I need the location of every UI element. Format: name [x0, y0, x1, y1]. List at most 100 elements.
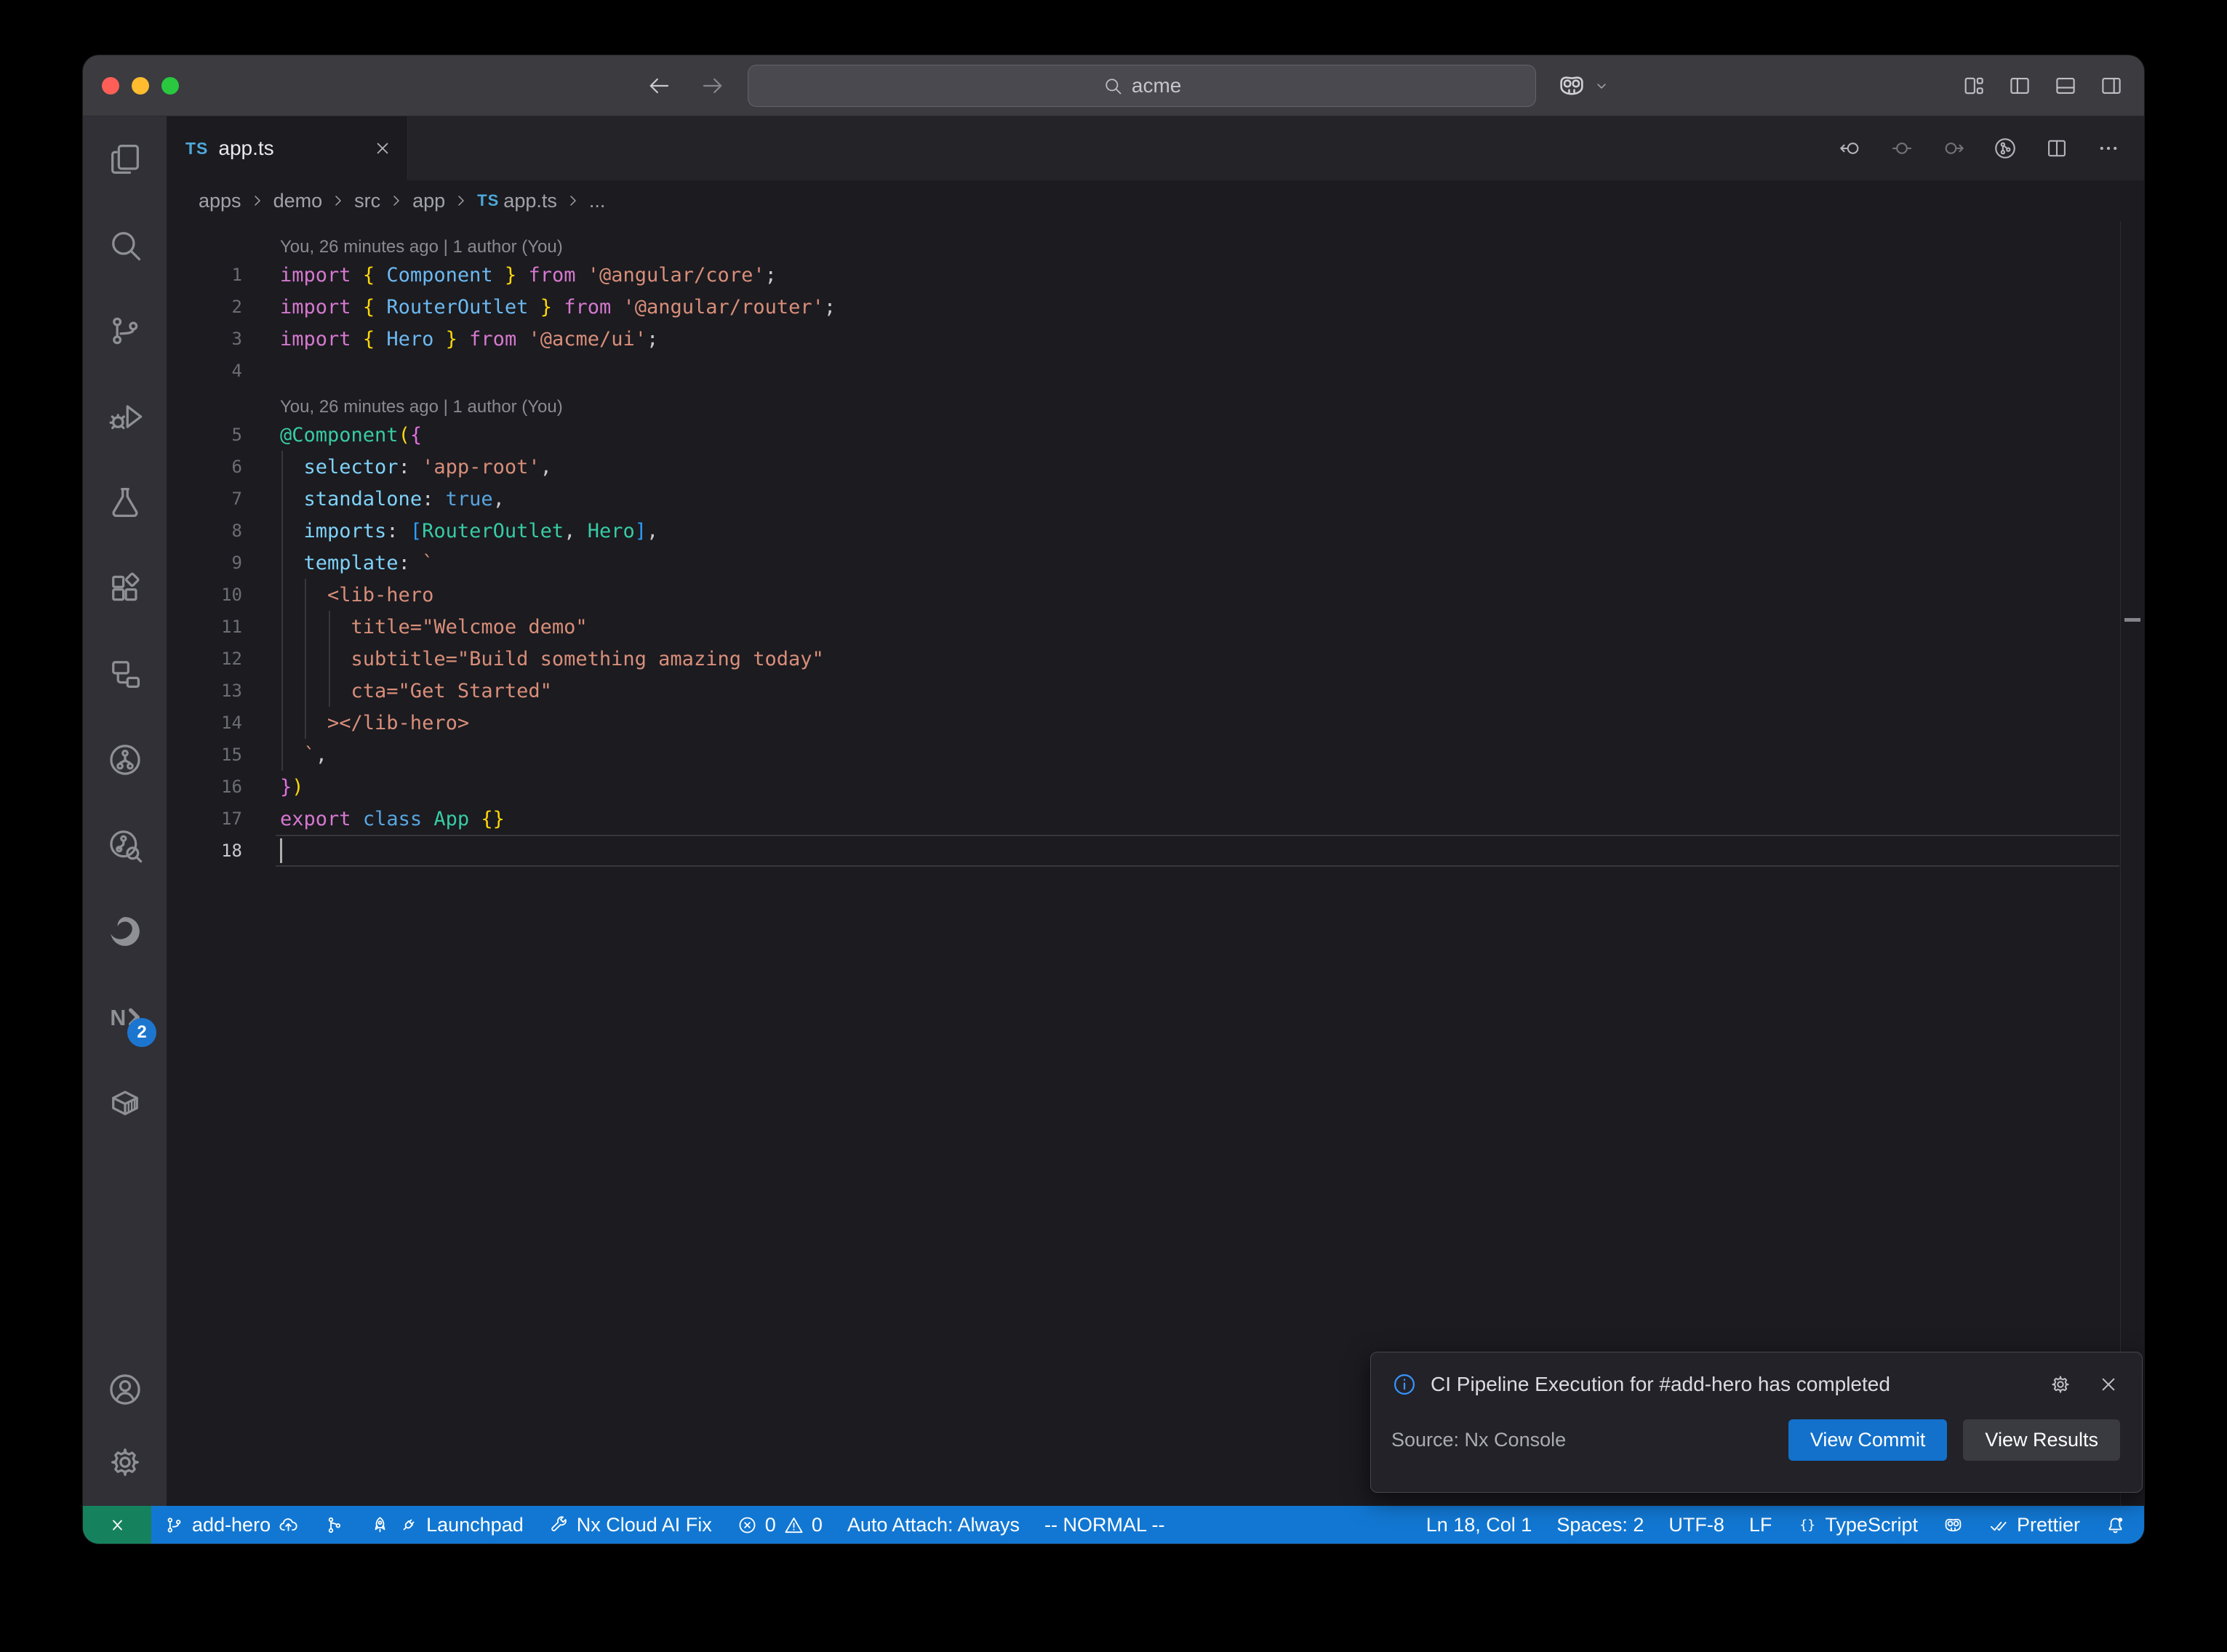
- activity-bar-item-edge-browser-icon[interactable]: [83, 889, 167, 974]
- breadcrumb-item[interactable]: TSapp.ts: [477, 190, 557, 212]
- code-text: imports: [RouterOutlet, Hero],: [280, 520, 658, 542]
- code-line-15[interactable]: 15 `,: [167, 739, 2144, 771]
- vscode-window: acme N2 TS app.ts apps demo src app TSapp.ts…: [83, 55, 2144, 1544]
- activity-bar-item-run-debug-icon[interactable]: [83, 374, 167, 460]
- activity-bar-item-nx-console-icon[interactable]: N2: [83, 974, 167, 1060]
- minimize-window-button[interactable]: [132, 77, 149, 95]
- indentation-status[interactable]: Spaces: 2: [1544, 1506, 1656, 1544]
- codelens-row[interactable]: You, 26 minutes ago | 1 author (You): [167, 387, 2144, 419]
- view-commit-button[interactable]: View Commit: [1788, 1419, 1948, 1461]
- customize-layout-icon[interactable]: [1962, 73, 1986, 98]
- activity-bar-item-settings-gear-icon[interactable]: [83, 1426, 167, 1499]
- code-editor[interactable]: You, 26 minutes ago | 1 author (You)1imp…: [167, 221, 2144, 1506]
- line-number: 10: [167, 585, 242, 605]
- notifications-bell[interactable]: [2092, 1506, 2138, 1544]
- activity-bar-item-containers-icon[interactable]: [83, 1060, 167, 1146]
- close-window-button[interactable]: [102, 77, 119, 95]
- status-label: Spaces: 2: [1556, 1514, 1644, 1536]
- breadcrumb-item[interactable]: apps: [199, 190, 241, 212]
- commit-graph-circle-icon[interactable]: [1993, 136, 2018, 161]
- code-line-13[interactable]: 13 cta="Get Started": [167, 675, 2144, 707]
- codelens-blame-link[interactable]: You, 26 minutes ago | 1 author (You): [280, 237, 563, 257]
- activity-bar-item-extensions-icon[interactable]: [83, 545, 167, 631]
- code-line-9[interactable]: 9 template: `: [167, 547, 2144, 579]
- toggle-secondary-sidebar-icon[interactable]: [2099, 73, 2124, 98]
- code-line-17[interactable]: 17export class App {}: [167, 803, 2144, 835]
- activity-badge: 2: [127, 1018, 156, 1047]
- copilot-menu[interactable]: [1556, 71, 1610, 101]
- status-label: -- NORMAL --: [1044, 1514, 1164, 1536]
- activity-bar-item-gitlens-search-icon[interactable]: [83, 803, 167, 889]
- remote-indicator[interactable]: [83, 1506, 151, 1544]
- activity-bar-item-source-control-icon[interactable]: [83, 288, 167, 374]
- breadcrumb-separator-icon: [564, 192, 582, 209]
- code-line-8[interactable]: 8 imports: [RouterOutlet, Hero],: [167, 515, 2144, 547]
- split-editor-icon[interactable]: [2044, 136, 2069, 161]
- nav-back-circle-icon[interactable]: [1838, 136, 1863, 161]
- codelens-blame-link[interactable]: You, 26 minutes ago | 1 author (You): [280, 397, 563, 417]
- activity-bar-item-hierarchy-view-icon[interactable]: [83, 631, 167, 717]
- language-mode-status[interactable]: {}TypeScript: [1784, 1506, 1930, 1544]
- prettier-status[interactable]: Prettier: [1976, 1506, 2092, 1544]
- vim-mode-status[interactable]: -- NORMAL --: [1032, 1506, 1177, 1544]
- close-tab-icon[interactable]: [372, 138, 393, 159]
- activity-bar-item-explorer-icon[interactable]: [83, 116, 167, 202]
- code-line-11[interactable]: 11 title="Welcmoe demo": [167, 611, 2144, 643]
- copilot-icon: [1556, 71, 1587, 101]
- code-line-12[interactable]: 12 subtitle="Build something amazing tod…: [167, 643, 2144, 675]
- code-line-3[interactable]: 3import { Hero } from '@acme/ui';: [167, 323, 2144, 355]
- breadcrumb-item[interactable]: app: [412, 190, 445, 212]
- encoding-status[interactable]: UTF-8: [1656, 1506, 1737, 1544]
- warning-icon: [783, 1515, 804, 1536]
- breadcrumb-item[interactable]: src: [354, 190, 380, 212]
- code-line-5[interactable]: 5@Component({: [167, 419, 2144, 451]
- launchpad-status[interactable]: Launchpad: [357, 1506, 536, 1544]
- activity-bar-item-testing-icon[interactable]: [83, 460, 167, 545]
- gitlens-icon: [106, 741, 144, 779]
- activity-bar-item-gitlens-icon[interactable]: [83, 717, 167, 803]
- status-label: TypeScript: [1825, 1514, 1918, 1536]
- code-line-7[interactable]: 7 standalone: true,: [167, 483, 2144, 515]
- eol-status[interactable]: LF: [1737, 1506, 1785, 1544]
- activity-bar-item-search-view-icon[interactable]: [83, 202, 167, 288]
- notification-settings-icon[interactable]: [2049, 1373, 2072, 1396]
- double-check-icon: [1988, 1515, 2010, 1536]
- activity-bar-item-accounts-icon[interactable]: [83, 1353, 167, 1426]
- editor-scrollbar[interactable]: [2120, 221, 2144, 1506]
- nav-circle-icon[interactable]: [1890, 136, 1914, 161]
- history-back-icon[interactable]: [646, 73, 672, 99]
- copilot-status[interactable]: [1930, 1506, 1976, 1544]
- explorer-icon: [106, 140, 144, 178]
- more-actions-icon[interactable]: [2096, 136, 2121, 161]
- code-line-4[interactable]: 4: [167, 355, 2144, 387]
- code-line-6[interactable]: 6 selector: 'app-root',: [167, 451, 2144, 483]
- breadcrumb-item[interactable]: ...: [589, 190, 606, 212]
- code-line-14[interactable]: 14 ></lib-hero>: [167, 707, 2144, 739]
- zoom-window-button[interactable]: [161, 77, 179, 95]
- code-line-1[interactable]: 1import { Component } from '@angular/cor…: [167, 259, 2144, 291]
- tab-app-ts[interactable]: TS app.ts: [167, 116, 408, 180]
- auto-attach-status[interactable]: Auto Attach: Always: [835, 1506, 1032, 1544]
- commit-graph-status[interactable]: [311, 1506, 357, 1544]
- code-line-10[interactable]: 10 <lib-hero: [167, 579, 2144, 611]
- toggle-panel-icon[interactable]: [2053, 73, 2078, 98]
- breadcrumb-item[interactable]: demo: [273, 190, 323, 212]
- command-center-search[interactable]: acme: [748, 65, 1536, 107]
- code-line-2[interactable]: 2import { RouterOutlet } from '@angular/…: [167, 291, 2144, 323]
- nav-forward-circle-icon[interactable]: [1941, 136, 1966, 161]
- nx-cloud-ai-fix-status[interactable]: Nx Cloud AI Fix: [536, 1506, 724, 1544]
- rocket-icon: [369, 1515, 391, 1536]
- code-line-16[interactable]: 16}): [167, 771, 2144, 803]
- toggle-primary-sidebar-icon[interactable]: [2007, 73, 2032, 98]
- cursor-position-status[interactable]: Ln 18, Col 1: [1414, 1506, 1545, 1544]
- containers-icon: [106, 1084, 144, 1122]
- git-branch-status[interactable]: add-hero: [151, 1506, 311, 1544]
- code-line-18[interactable]: 18: [167, 835, 2144, 867]
- notification-close-icon[interactable]: [2097, 1373, 2120, 1396]
- codelens-row[interactable]: You, 26 minutes ago | 1 author (You): [167, 227, 2144, 259]
- breadcrumb-separator-icon: [388, 192, 405, 209]
- problems-status[interactable]: 00: [724, 1506, 835, 1544]
- plug-icon: [398, 1515, 419, 1536]
- view-results-button[interactable]: View Results: [1963, 1419, 2120, 1461]
- history-forward-icon[interactable]: [700, 73, 726, 99]
